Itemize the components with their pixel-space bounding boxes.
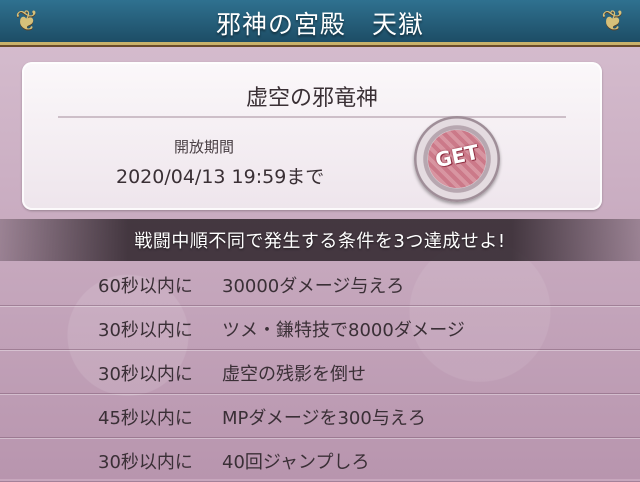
title-bar: ❦ 邪神の宮殿 天獄 ❦	[0, 0, 640, 45]
divider	[58, 116, 566, 118]
condition-row: 60秒以内に 30000ダメージ与えろ	[0, 262, 640, 306]
boss-name: 虚空の邪竜神	[245, 86, 378, 111]
condition-row: 30秒以内に ツメ・鎌特技で8000ダメージ	[0, 306, 640, 350]
condition-time: 30秒以内に	[98, 452, 193, 473]
condition-row: 45秒以内に MPダメージを300与えろ	[0, 394, 640, 438]
condition-time: 45秒以内に	[98, 408, 193, 429]
ornament-icon: ❦	[601, 4, 625, 37]
conditions-banner: 戦闘中順不同で発生する条件を3つ達成せよ!	[0, 219, 640, 261]
condition-task: 30000ダメージ与えろ	[222, 276, 405, 297]
condition-time: 30秒以内に	[98, 364, 193, 385]
condition-row: 30秒以内に 40回ジャンプしろ	[0, 438, 640, 482]
page-title: 邪神の宮殿 天獄	[215, 10, 424, 39]
conditions-list: 60秒以内に 30000ダメージ与えろ 30秒以内に ツメ・鎌特技で8000ダメ…	[0, 262, 640, 482]
condition-task: 40回ジャンプしろ	[222, 452, 370, 473]
condition-time: 60秒以内に	[98, 276, 193, 297]
condition-task: MPダメージを300与えろ	[222, 408, 426, 429]
condition-task: ツメ・鎌特技で8000ダメージ	[222, 320, 465, 341]
get-stamp-icon: GET	[414, 116, 500, 202]
condition-task: 虚空の残影を倒せ	[222, 364, 366, 385]
condition-time: 30秒以内に	[98, 320, 193, 341]
period-label: 開放期間	[174, 138, 235, 156]
banner-text: 戦闘中順不同で発生する条件を3つ達成せよ!	[134, 231, 506, 252]
condition-row: 30秒以内に 虚空の残影を倒せ	[0, 350, 640, 394]
period-date: 2020/04/13 19:59まで	[116, 166, 325, 188]
info-panel: 虚空の邪竜神 開放期間 2020/04/13 19:59まで GET	[22, 62, 602, 210]
